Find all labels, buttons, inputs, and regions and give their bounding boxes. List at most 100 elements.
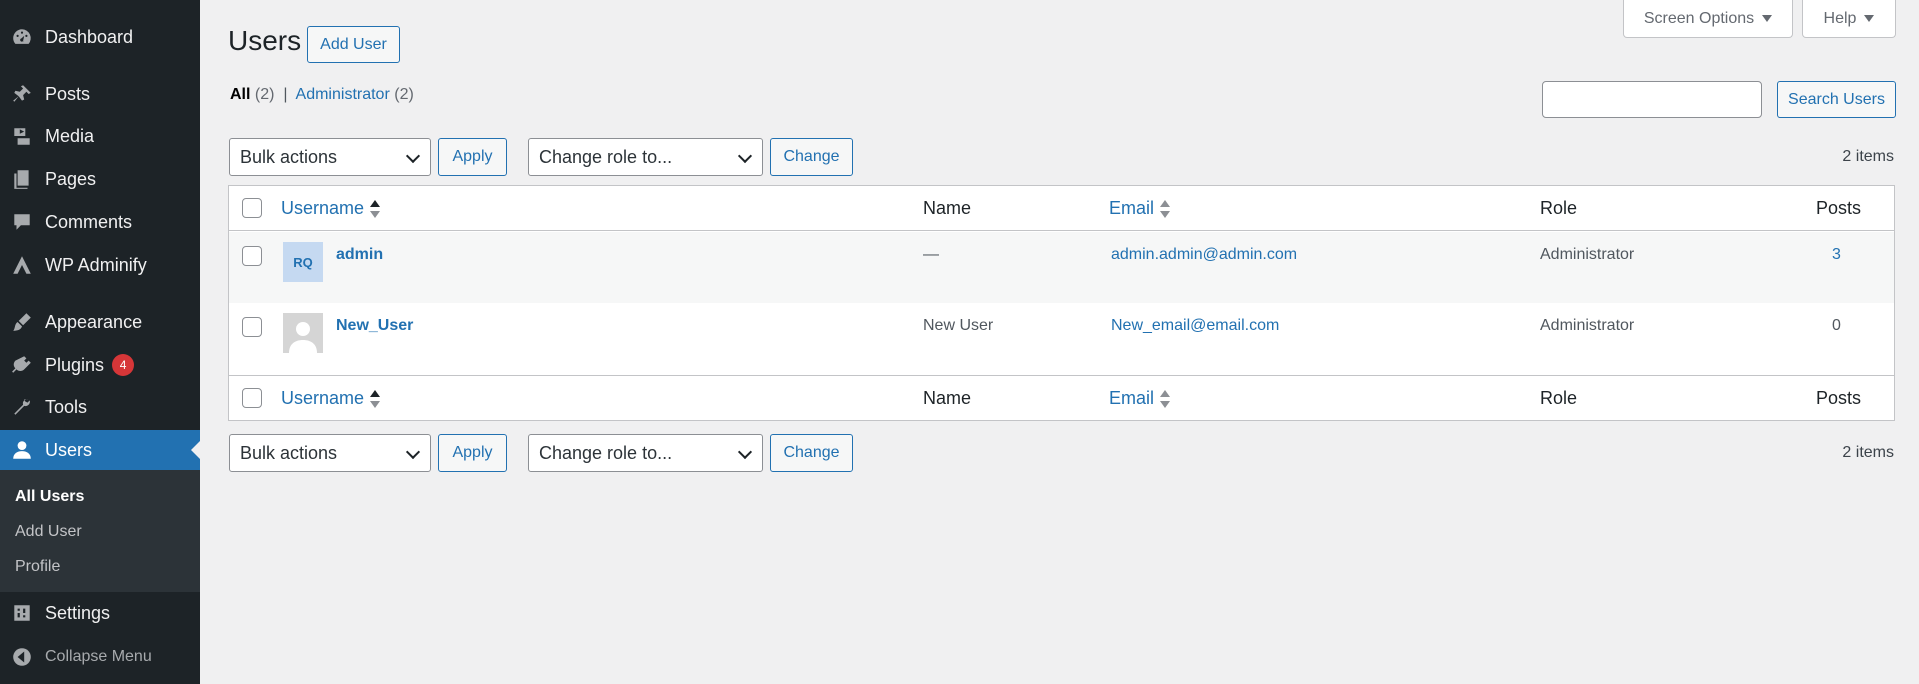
table-row: RQ admin — admin.admin@admin.com Adminis… xyxy=(229,232,1894,303)
chevron-down-icon xyxy=(737,444,753,460)
column-email[interactable]: Email xyxy=(1109,388,1171,409)
column-email-label: Email xyxy=(1109,198,1155,218)
change-role-button-bottom[interactable]: Change xyxy=(770,434,853,472)
wrench-icon xyxy=(11,396,33,418)
row-checkbox[interactable] xyxy=(242,317,262,337)
sidebar-item-label: Settings xyxy=(45,602,111,623)
bulk-actions-select-bottom[interactable]: Bulk actions xyxy=(229,434,431,472)
column-username-label: Username xyxy=(281,198,365,218)
avatar xyxy=(283,313,323,353)
sidebar-item-label: Pages xyxy=(45,168,97,189)
sidebar-item-comments[interactable]: Comments xyxy=(0,202,200,242)
column-email-label: Email xyxy=(1109,388,1155,408)
sidebar-item-tools[interactable]: Tools xyxy=(0,387,200,427)
user-role: Administrator xyxy=(1540,317,1635,334)
submenu-all-users[interactable]: All Users xyxy=(15,488,84,506)
search-users-input[interactable] xyxy=(1542,81,1762,118)
filter-administrator[interactable]: Administrator xyxy=(296,86,390,103)
avatar: RQ xyxy=(283,242,323,282)
bulk-actions-select[interactable]: Bulk actions xyxy=(229,138,431,176)
comment-icon xyxy=(11,211,33,233)
column-posts: Posts xyxy=(1816,198,1862,218)
apply-button-bottom[interactable]: Apply xyxy=(438,434,507,472)
sidebar-item-users[interactable]: Users xyxy=(0,430,200,470)
screen-options-button[interactable]: Screen Options xyxy=(1623,0,1793,38)
sidebar-item-label: WP Adminify xyxy=(45,254,147,275)
caret-down-icon xyxy=(1762,15,1773,22)
sidebar-item-label: Appearance xyxy=(45,311,143,332)
page-title: Users xyxy=(228,25,302,56)
submenu-profile[interactable]: Profile xyxy=(15,558,60,576)
sort-icon xyxy=(1160,200,1171,219)
submenu-add-user[interactable]: Add User xyxy=(15,523,82,541)
user-posts: 0 xyxy=(1832,317,1841,334)
user-posts-link[interactable]: 3 xyxy=(1832,246,1841,264)
column-username[interactable]: Username xyxy=(281,388,381,409)
sidebar-item-wp-adminify[interactable]: WP Adminify xyxy=(0,245,200,285)
help-label: Help xyxy=(1823,9,1857,27)
username-link[interactable]: admin xyxy=(336,246,383,264)
user-role-filters: All (2) | Administrator (2) xyxy=(230,86,414,104)
collapse-icon xyxy=(11,646,33,668)
media-icon xyxy=(11,125,33,147)
search-users-button[interactable]: Search Users xyxy=(1777,81,1896,118)
plugin-icon xyxy=(11,354,33,376)
sidebar-item-plugins[interactable]: Plugins 4 xyxy=(0,345,200,385)
user-role: Administrator xyxy=(1540,246,1635,263)
user-icon xyxy=(11,439,33,461)
user-name: — xyxy=(923,246,939,263)
change-role-select-bottom[interactable]: Change role to... xyxy=(528,434,763,472)
dashboard-icon xyxy=(11,26,33,48)
row-checkbox[interactable] xyxy=(242,246,262,266)
sidebar-item-pages[interactable]: Pages xyxy=(0,159,200,199)
sidebar-item-dashboard[interactable]: Dashboard xyxy=(0,17,200,57)
column-name: Name xyxy=(923,198,972,218)
chevron-down-icon xyxy=(405,148,421,164)
users-submenu: All Users Add User Profile xyxy=(0,470,200,592)
change-role-select[interactable]: Change role to... xyxy=(528,138,763,176)
plugins-update-badge: 4 xyxy=(112,354,135,376)
sidebar-item-settings[interactable]: Settings xyxy=(0,593,200,633)
sidebar-item-label: Dashboard xyxy=(45,26,134,47)
sidebar-item-label: Comments xyxy=(45,211,133,232)
chevron-down-icon xyxy=(737,148,753,164)
change-role-value: Change role to... xyxy=(539,146,673,167)
column-username-label: Username xyxy=(281,388,365,408)
help-button[interactable]: Help xyxy=(1802,0,1896,38)
sidebar-item-media[interactable]: Media xyxy=(0,116,200,156)
items-count: 2 items xyxy=(1842,148,1894,165)
bulk-actions-value: Bulk actions xyxy=(240,146,338,167)
column-username[interactable]: Username xyxy=(281,198,381,219)
username-link[interactable]: New_User xyxy=(336,317,413,335)
column-name: Name xyxy=(923,388,972,408)
column-role: Role xyxy=(1540,198,1578,218)
admin-sidebar: Dashboard Posts Media Pages Comments WP … xyxy=(0,0,200,684)
table-row: New_User New User New_email@email.com Ad… xyxy=(229,303,1894,374)
add-user-button[interactable]: Add User xyxy=(307,26,400,63)
change-role-button[interactable]: Change xyxy=(770,138,853,176)
sidebar-item-label: Tools xyxy=(45,396,88,417)
pin-icon xyxy=(11,83,33,105)
sort-ascending-icon xyxy=(370,390,381,409)
bulk-actions-value: Bulk actions xyxy=(240,442,338,463)
default-avatar-icon xyxy=(289,322,317,353)
select-all-checkbox[interactable] xyxy=(242,198,262,218)
sidebar-item-posts[interactable]: Posts xyxy=(0,74,200,114)
sidebar-item-appearance[interactable]: Appearance xyxy=(0,302,200,342)
settings-icon xyxy=(11,602,33,624)
select-all-checkbox[interactable] xyxy=(242,388,262,408)
apply-button[interactable]: Apply xyxy=(438,138,507,176)
sidebar-item-label: Plugins xyxy=(45,354,105,375)
change-role-value: Change role to... xyxy=(539,442,673,463)
column-role: Role xyxy=(1540,388,1578,408)
user-email-link[interactable]: admin.admin@admin.com xyxy=(1111,246,1297,264)
column-email[interactable]: Email xyxy=(1109,198,1171,219)
collapse-menu-button[interactable]: Collapse Menu xyxy=(0,637,200,677)
collapse-menu-label: Collapse Menu xyxy=(45,648,152,665)
sidebar-item-label: Users xyxy=(45,439,93,460)
filter-all[interactable]: All xyxy=(230,86,250,103)
user-name: New User xyxy=(923,317,994,334)
user-email-link[interactable]: New_email@email.com xyxy=(1111,317,1279,335)
users-table: Username Name Email Role Posts RQ admin … xyxy=(228,185,1895,421)
sidebar-item-label: Media xyxy=(45,125,95,146)
